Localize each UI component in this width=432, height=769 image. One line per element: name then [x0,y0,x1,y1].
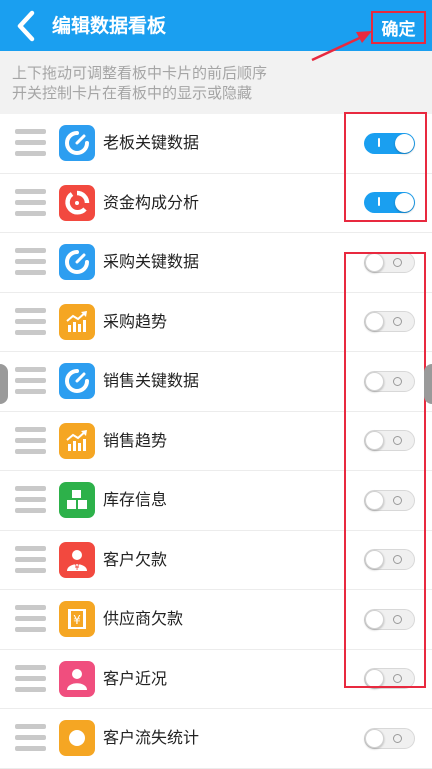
annotation-arrow [311,31,372,62]
left-edge-handle[interactable] [0,364,8,404]
right-edge-handle[interactable] [424,364,432,404]
